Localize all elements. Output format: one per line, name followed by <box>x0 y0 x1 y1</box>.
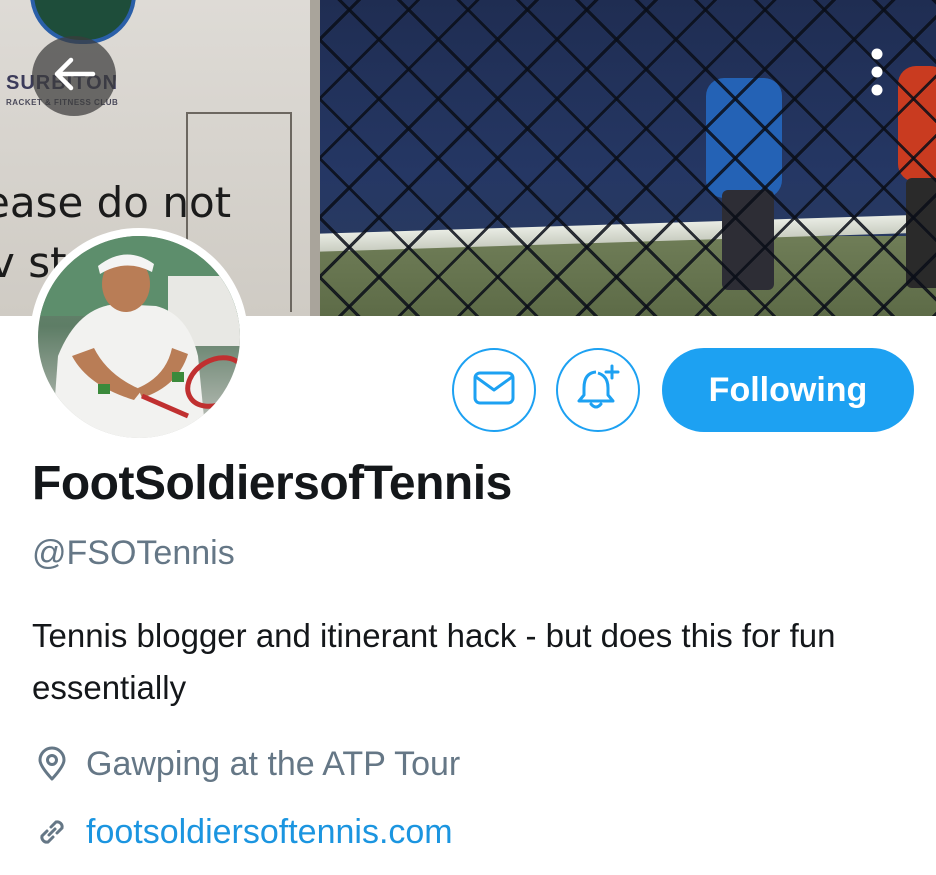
sign-text-line-1: ease do not <box>0 178 232 227</box>
website-link[interactable]: footsoldiersoftennis.com <box>86 813 453 852</box>
following-button[interactable]: Following <box>662 348 914 432</box>
notifications-button[interactable] <box>556 348 640 432</box>
avatar[interactable] <box>30 228 248 446</box>
avatar-player-illustration <box>38 236 240 438</box>
back-button[interactable] <box>32 36 116 116</box>
more-vertical-icon <box>870 46 884 103</box>
website-row[interactable]: footsoldiersoftennis.com <box>32 812 453 852</box>
message-button[interactable] <box>452 348 536 432</box>
user-handle: @FSOTennis <box>32 534 235 572</box>
bell-plus-icon <box>574 364 622 417</box>
location-row: Gawping at the ATP Tour <box>32 744 460 784</box>
avatar-photo <box>38 236 240 438</box>
more-options-button[interactable] <box>856 46 898 102</box>
display-name: FootSoldiersofTennis <box>32 457 512 510</box>
link-icon <box>32 812 72 852</box>
profile-bio: Tennis blogger and itinerant hack - but … <box>32 617 836 706</box>
location-text: Gawping at the ATP Tour <box>86 744 461 783</box>
location-pin-icon <box>32 744 72 784</box>
arrow-left-icon <box>51 54 97 99</box>
envelope-icon <box>472 370 516 411</box>
